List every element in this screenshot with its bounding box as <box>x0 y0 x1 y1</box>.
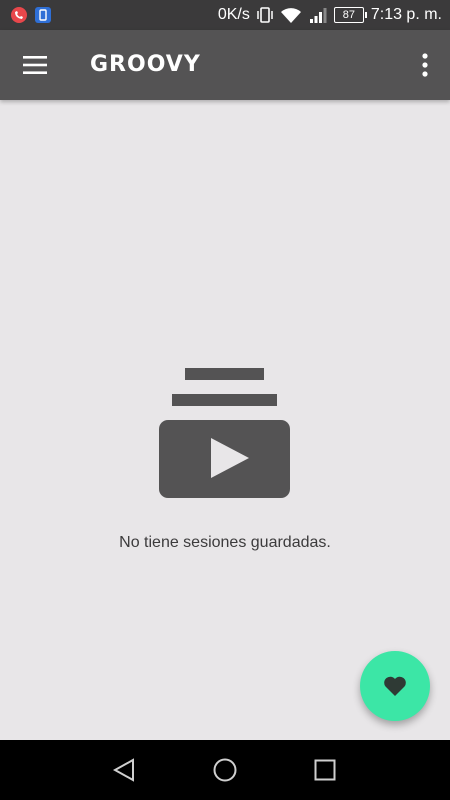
home-circle-icon[interactable] <box>210 755 240 785</box>
status-notifications <box>10 6 52 24</box>
status-indicators: 0K/s 87 7:13 p. m. <box>218 0 442 30</box>
favorites-fab[interactable] <box>360 651 430 721</box>
more-vertical-icon[interactable] <box>420 52 430 78</box>
clock: 7:13 p. m. <box>370 6 442 23</box>
app-bar: GROOVY <box>0 30 450 100</box>
empty-state: No tiene sesiones guardadas. <box>0 365 450 552</box>
empty-state-message: No tiene sesiones guardadas. <box>119 534 331 551</box>
recents-square-icon[interactable] <box>310 755 340 785</box>
wifi-icon <box>280 8 301 23</box>
signal-icon <box>309 8 327 23</box>
battery-icon: 87 <box>333 7 367 23</box>
back-triangle-icon[interactable] <box>110 755 140 785</box>
heart-icon <box>384 676 406 696</box>
system-nav-bar <box>0 740 450 800</box>
missed-call-icon <box>11 7 27 23</box>
status-bar: 0K/s 87 7:13 p. m. <box>0 0 450 30</box>
app-title: GROOVY <box>90 52 201 77</box>
network-speed: 0K/s <box>217 6 250 23</box>
vibrate-icon <box>257 7 273 23</box>
video-library-icon <box>159 368 290 498</box>
hamburger-menu-icon[interactable] <box>23 55 47 75</box>
phone-app-icon <box>35 7 51 23</box>
